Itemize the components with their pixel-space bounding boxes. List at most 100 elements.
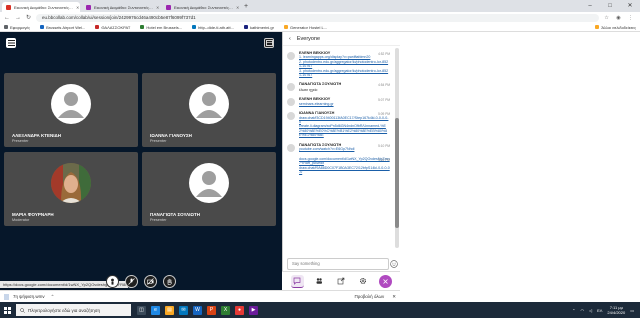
scroll-thumb[interactable] [395, 118, 399, 228]
session-menu-button[interactable] [6, 38, 16, 48]
chevron-up-icon[interactable]: ⌃ [51, 294, 55, 300]
bookmarks-bar: Εφαρμογές Brussels Airport Wel... ΘΑΛΑΣΣ… [0, 23, 640, 32]
apps-grid-icon [4, 25, 8, 29]
close-download-bar-icon[interactable]: ✕ [392, 294, 396, 300]
tab-close-icon[interactable]: ✕ [76, 5, 79, 10]
participant-tile[interactable]: ΠΑΝΑΓΙΩΤΑ ΣΟΥΛΙΩΤΗ Presenter [142, 152, 276, 226]
tray-chevron-icon[interactable]: ⌃ [572, 308, 575, 313]
bookmark-item[interactable]: Brussels Airport Wel... [40, 25, 85, 30]
notifications-icon[interactable]: ▭ [630, 308, 634, 313]
minimize-button[interactable]: – [580, 0, 600, 12]
chrome-icon[interactable]: ● [235, 305, 244, 315]
participant-photo [51, 163, 91, 203]
tab-close-icon[interactable]: ✕ [156, 5, 159, 10]
avatar [189, 163, 229, 203]
bookmark-favicon [243, 25, 248, 29]
participant-name: ΙΩΑΝΝΑ ΓΙΑΝΟΥΣΗ [150, 133, 192, 138]
raise-hand-button[interactable] [163, 275, 176, 288]
chat-panel: ‹ Everyone ΕΛΕΝΗ ΒΕΚΚΙΟΥ 1. learningapps… [282, 32, 400, 290]
powerpoint-icon[interactable]: P [207, 305, 216, 315]
chat-link[interactable]: 2. photodentro.edu.gr/aggregator/lo/phot… [299, 60, 390, 69]
chat-link[interactable]: seminars.elearning.gr [299, 102, 390, 106]
share-status-button[interactable] [106, 275, 119, 288]
start-button[interactable] [0, 302, 14, 318]
mail-icon[interactable]: ✉ [179, 305, 188, 315]
chat-scrollbar[interactable] [395, 48, 399, 248]
chat-message: ΠΑΝΑΓΙΩΤΑ ΣΟΥΛΙΩΤΗ youtube.com/watch?v=E… [287, 143, 390, 152]
avatar [287, 83, 295, 92]
message-body: ΕΛΕΝΗ ΒΕΚΚΙΟΥ 1. learningapps.org/displa… [299, 51, 390, 77]
browser-tab-1[interactable]: Εικονική Διαμάθια: Συντονιστές… ✕ [2, 2, 80, 12]
camera-button[interactable] [144, 275, 157, 288]
chat-link[interactable]: youtube.com/watch?v=E6Gp7Nhdl [299, 147, 390, 151]
chat-header: ‹ Everyone [283, 32, 400, 46]
message-body: ΕΛΕΝΗ ΒΕΚΚΙΟΥ seminars.elearning.gr [299, 97, 390, 106]
video-stage: ΑΛΕΞΑΝΔΡΑ ΚΤΕΝΙΔΗ Presenter ΙΩΑΝΝΑ ΓΙΑΝΟ… [0, 32, 282, 298]
excel-icon[interactable]: X [221, 305, 230, 315]
emoji-icon[interactable] [390, 260, 398, 268]
participant-tile[interactable]: ΜΑΡΙΑ ΦΟΥΡΝΑΡΗ Moderator [4, 152, 138, 226]
forward-icon[interactable]: → [15, 15, 21, 21]
chat-link[interactable]: draw.chat/f3CD19400113fA0EC17/Step167k4k… [299, 116, 390, 125]
audio-button[interactable] [125, 275, 138, 288]
tab-close-icon[interactable]: ✕ [236, 5, 239, 10]
file-explorer-icon[interactable]: ▤ [165, 305, 174, 315]
bookmark-item[interactable]: ΘΑΛΑΣΣΟΚΡΑΤ [95, 25, 130, 30]
edge-icon[interactable]: e [151, 305, 160, 315]
avatar [287, 143, 295, 152]
clock[interactable]: 7:11 μμ 24/4/2020 [607, 305, 625, 315]
message-time: 5:09 PM [378, 112, 390, 117]
participant-tile[interactable]: ΙΩΑΝΝΑ ΓΙΑΝΟΥΣΗ Presenter [142, 73, 276, 147]
maximize-button[interactable]: □ [600, 0, 620, 12]
browser-tab-2[interactable]: Εικονική Διαμάθια: Συντονιστές… ✕ [82, 2, 160, 12]
chat-link[interactable]: docs.google.com/document/d/1wNX_Yp2QOvde… [299, 157, 390, 166]
reload-icon[interactable]: ↻ [26, 14, 31, 21]
tab-chat[interactable] [290, 274, 304, 288]
tab-title: Εικονική Διαμάθια: Συντονιστές… [94, 4, 153, 10]
message-body: ΙΩΑΝΝΑ ΓΙΑΝΟΥΣΗ draw.chat/f3CD19400113fA… [299, 111, 390, 137]
word-icon[interactable]: W [193, 305, 202, 315]
participant-role: Moderator [12, 218, 30, 222]
media-player-icon[interactable]: ▶ [249, 305, 258, 315]
bookmark-item[interactable]: Hotel em Brussels... [140, 25, 182, 30]
bookmark-item[interactable]: Generator Hostel L... [283, 25, 327, 30]
message-author: ΠΑΝΑΓΙΩΤΑ ΣΟΥΛΙΩΤΗ [299, 82, 342, 87]
language-indicator[interactable]: ΕΛ [597, 308, 602, 313]
other-bookmarks[interactable]: Άλλοι σελιδοδείκτες [595, 25, 636, 30]
close-window-button[interactable]: ✕ [620, 0, 640, 12]
share-icon [337, 277, 345, 285]
chat-link[interactable]: create.li.diagram/xoPn5d6GN4ndnOfbR/Unna… [299, 124, 390, 137]
volume-icon[interactable]: ◁ [589, 308, 592, 313]
tab-settings[interactable] [357, 275, 370, 288]
layout-toggle-button[interactable] [264, 38, 274, 48]
task-view-icon[interactable]: ◫ [137, 305, 146, 315]
chat-input[interactable]: Say something [287, 258, 389, 270]
participant-name: ΜΑΡΙΑ ΦΟΥΡΝΑΡΗ [12, 212, 54, 217]
taskbar-search[interactable]: Πληκτρολογήστε εδώ για αναζήτηση [16, 304, 131, 316]
tab-share-content[interactable] [335, 275, 348, 288]
show-all-downloads[interactable]: Προβολή όλων [355, 294, 385, 299]
chevron-left-icon[interactable]: ‹ [289, 36, 291, 42]
bookmark-apps[interactable]: Εφαρμογές [4, 25, 30, 30]
close-panel-button[interactable] [378, 274, 392, 288]
participant-tile[interactable]: ΑΛΕΞΑΝΔΡΑ ΚΤΕΝΙΔΗ Presenter [4, 73, 138, 147]
bookmark-item[interactable]: http--dide-ti.ath.att... [192, 25, 234, 30]
chat-link[interactable]: draw.chat/f9A88D0C07F1B0A3EC72/12bfpS14k… [299, 166, 390, 175]
url-field[interactable]: eu.bbcollab.com/collab/ui/session/join/2… [36, 13, 600, 22]
participant-name: ΠΑΝΑΓΙΩΤΑ ΣΟΥΛΙΩΤΗ [150, 212, 201, 217]
tab-participants[interactable] [313, 275, 326, 288]
chat-message: docs.google.com/document/d/1wNX_Yp2QOvde… [287, 157, 390, 175]
toolbar-icons[interactable]: ☆ ◉ ⋮ [604, 15, 636, 21]
bookmark-favicon [95, 25, 100, 29]
browser-tab-3[interactable]: Εικονική Διαμάθια: Συντονιστές… ✕ [162, 2, 240, 12]
hand-icon [167, 278, 172, 285]
address-bar-row: ← → ↻ eu.bbcollab.com/collab/ui/session/… [0, 12, 640, 23]
participant-role: Presenter [12, 139, 29, 143]
network-icon[interactable]: ◠ [581, 308, 585, 313]
chat-link[interactable]: 3. photodentro.edu.gr/aggregator/lo/phot… [299, 69, 390, 78]
download-file-name[interactable]: 7η ψήφιση.wmv [13, 294, 45, 299]
tab-favicon [86, 4, 91, 10]
back-icon[interactable]: ← [4, 15, 10, 21]
bookmark-item[interactable]: kathimerini.gr [243, 25, 274, 30]
new-tab-button[interactable]: + [244, 2, 248, 12]
